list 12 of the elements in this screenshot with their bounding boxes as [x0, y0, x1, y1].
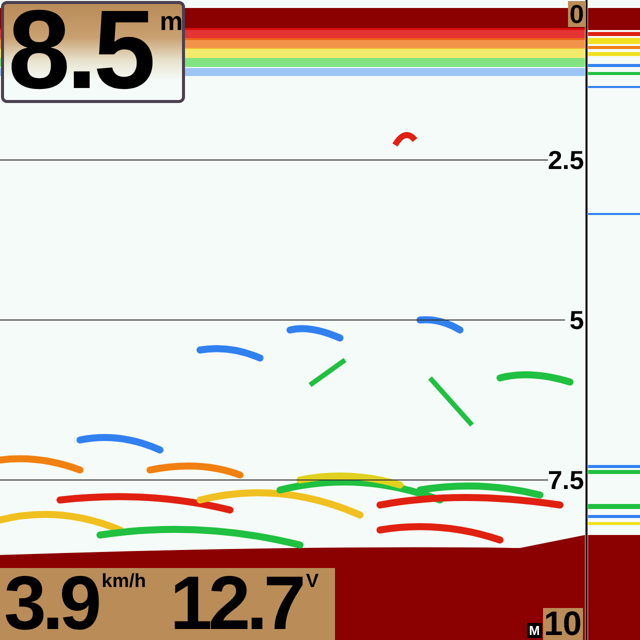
speed-reading: 3.9: [3, 568, 98, 640]
range-mode-label: M: [527, 623, 542, 638]
voltage-reading: 12.7: [170, 568, 302, 640]
depth-scale-label: 0: [568, 1, 586, 27]
depth-scale-label: 2.5: [548, 147, 584, 173]
depth-reading: 8.5: [8, 4, 152, 96]
depth-scale-label: 5: [570, 307, 584, 333]
depth-scale-label: 7.5: [548, 467, 584, 493]
voltage-unit: V: [306, 572, 319, 592]
speed-unit: km/h: [102, 572, 146, 592]
depth-unit: m: [160, 8, 183, 34]
range-reading: 10: [542, 608, 583, 640]
